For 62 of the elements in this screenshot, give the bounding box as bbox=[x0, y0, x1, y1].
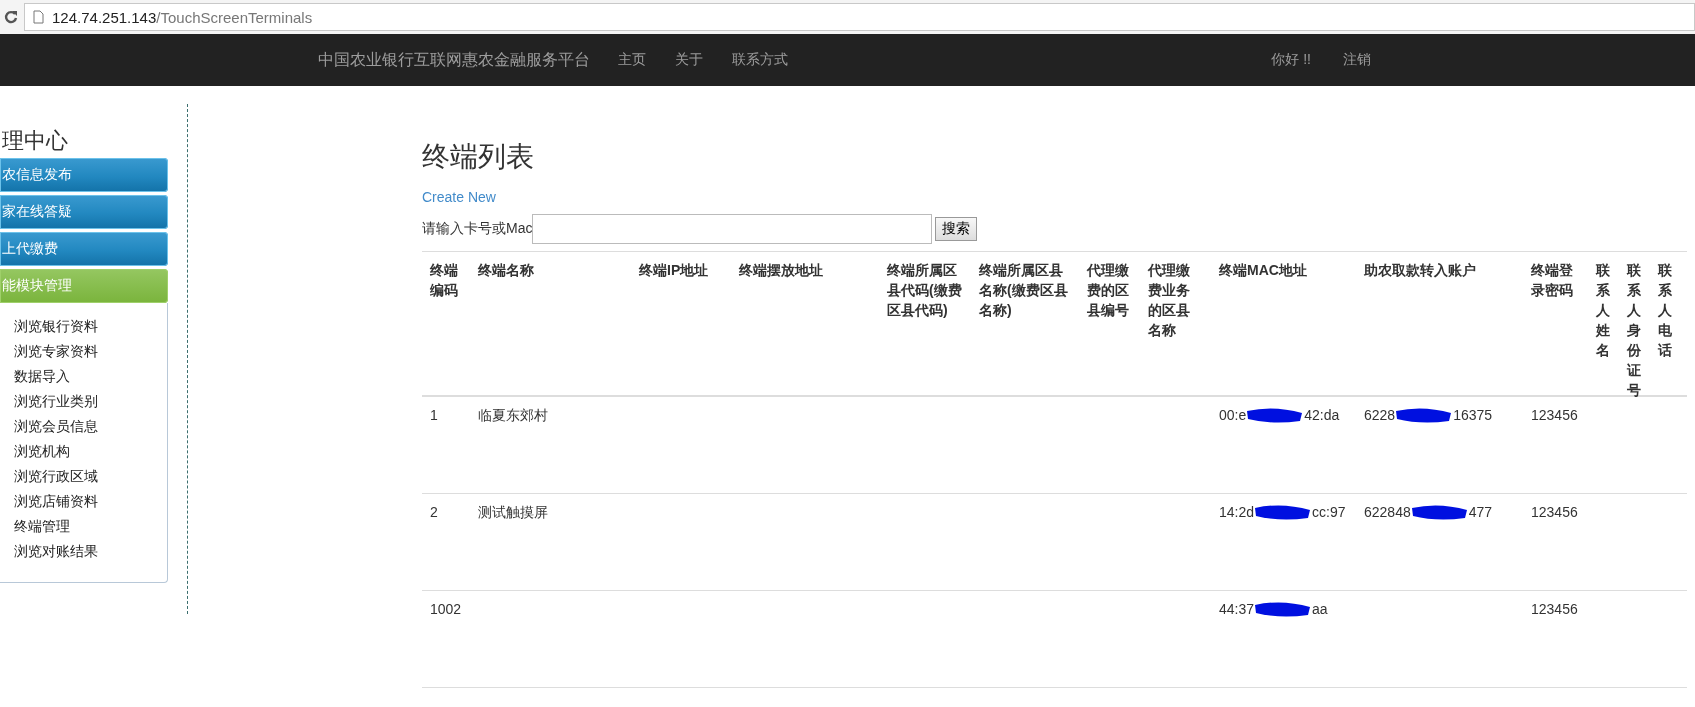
column-header: 助农取款转入账户 bbox=[1356, 252, 1523, 397]
column-header: 联系人身份证号 bbox=[1619, 252, 1650, 397]
column-header: 终端所属区县名称(缴费区县名称) bbox=[971, 252, 1079, 397]
logout-link[interactable]: 注销 bbox=[1343, 51, 1371, 69]
brand-title[interactable]: 中国农业银行互联网惠农金融服务平台 bbox=[318, 49, 590, 71]
search-label: 请输入卡号或Mac bbox=[422, 220, 533, 238]
sidebar-item[interactable]: 浏览对账结果 bbox=[14, 542, 167, 560]
sidebar-item[interactable]: 浏览行业类别 bbox=[14, 392, 167, 410]
column-header: 终端登录密码 bbox=[1523, 252, 1588, 397]
cell-text: 临夏东郊村 bbox=[478, 406, 548, 425]
column-header: 代理缴费的区县编号 bbox=[1079, 252, 1140, 397]
sidebar-item[interactable]: 数据导入 bbox=[14, 367, 167, 385]
column-header: 终端MAC地址 bbox=[1211, 252, 1356, 397]
nav-link[interactable]: 主页 bbox=[618, 51, 646, 69]
url-path: /TouchScreenTerminals bbox=[156, 8, 313, 26]
cell-text: 2 bbox=[430, 503, 438, 522]
column-header: 终端所属区县代码(缴费区县代码) bbox=[879, 252, 971, 397]
cell-text: 16375 bbox=[1453, 406, 1493, 425]
cell-text: 1 bbox=[430, 406, 438, 425]
reload-icon[interactable] bbox=[4, 10, 18, 24]
cell-text: 00:e bbox=[1219, 406, 1247, 425]
search-button[interactable]: 搜索 bbox=[935, 217, 978, 241]
url-host: 124.74.251.143 bbox=[52, 8, 157, 26]
nav-link[interactable]: 关于 bbox=[675, 51, 703, 69]
greeting-text[interactable]: 你好 !! bbox=[1271, 51, 1311, 69]
cell-text: 测试触摸屏 bbox=[478, 503, 548, 522]
column-header: 联系人电话 bbox=[1650, 252, 1687, 397]
cell-text: 123456 bbox=[1531, 406, 1578, 425]
sidebar-item[interactable]: 浏览会员信息 bbox=[14, 417, 167, 435]
cell-text: 14:2d bbox=[1219, 503, 1255, 522]
sidebar-item[interactable]: 浏览机构 bbox=[14, 442, 167, 460]
sidebar-item[interactable]: 浏览专家资料 bbox=[14, 342, 167, 360]
cell-text: 477 bbox=[1468, 503, 1493, 522]
sidebar-section[interactable]: 上代缴费 bbox=[0, 232, 168, 266]
sidebar-item[interactable]: 浏览银行资料 bbox=[14, 317, 167, 335]
page-title: 终端列表 bbox=[422, 140, 535, 174]
cell-text: 6228 bbox=[1364, 406, 1396, 425]
create-new-link[interactable]: Create New bbox=[422, 189, 496, 205]
column-header: 终端IP地址 bbox=[631, 252, 731, 397]
cell-text: 42:da bbox=[1304, 406, 1340, 425]
sidebar-section[interactable]: 农信息发布 bbox=[0, 158, 168, 192]
nav-link[interactable]: 联系方式 bbox=[732, 51, 788, 69]
column-header: 终端名称 bbox=[470, 252, 631, 397]
cell-text: aa bbox=[1312, 600, 1328, 619]
cell-text: 44:37 bbox=[1219, 600, 1255, 619]
column-header: 代理缴费业务的区县名称 bbox=[1140, 252, 1211, 397]
column-header: 终端摆放地址 bbox=[731, 252, 879, 397]
address-field[interactable]: 124.74.251.143/TouchScreenTerminals bbox=[24, 3, 1695, 31]
sidebar-item[interactable]: 浏览店铺资料 bbox=[14, 492, 167, 510]
cell-text: 1002 bbox=[430, 600, 462, 619]
sidebar-section[interactable]: 家在线答疑 bbox=[0, 195, 168, 229]
cell-text: 622848 bbox=[1364, 503, 1411, 522]
column-header: 终端编码 bbox=[422, 252, 470, 397]
sidebar-item[interactable]: 浏览行政区域 bbox=[14, 467, 167, 485]
cell-text: 123456 bbox=[1531, 600, 1578, 619]
sidebar-title: 理中心 bbox=[1, 127, 69, 155]
cell-text: cc:97 bbox=[1312, 503, 1346, 522]
cell-text: 123456 bbox=[1531, 503, 1578, 522]
column-header: 联系人姓名 bbox=[1588, 252, 1619, 397]
page-icon bbox=[33, 10, 44, 24]
search-field[interactable] bbox=[532, 214, 933, 244]
sidebar-item[interactable]: 终端管理 bbox=[14, 517, 167, 535]
